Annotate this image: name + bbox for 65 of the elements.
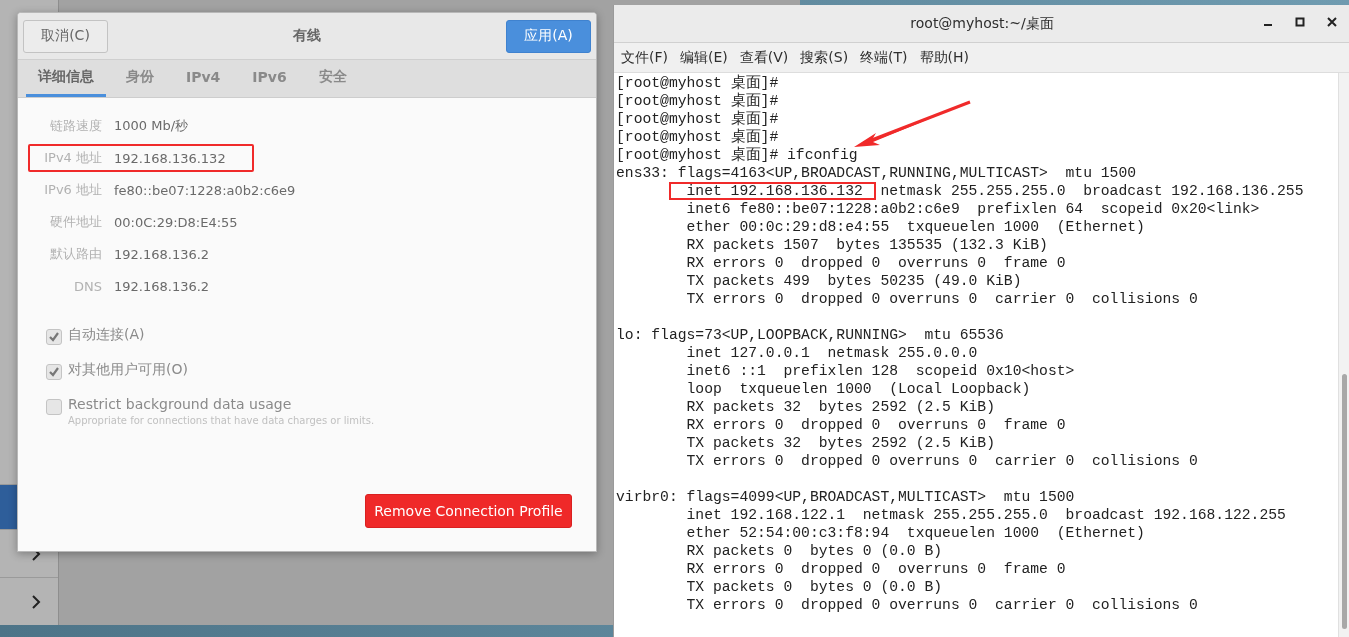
terminal-line: ether 52:54:00:c3:f8:94 txqueuelen 1000 (Ethernet) — [685, 524, 1146, 542]
terminal-line: inet 127.0.0.1 netmask 255.0.0.0 — [685, 344, 979, 362]
terminal-line: virbr0: flags=4099<UP,BROADCAST,MULTICAST> mtu 1500 — [616, 488, 1076, 506]
terminal-line: [root@myhost 桌面]# ifconfig — [616, 146, 859, 164]
checkbox[interactable] — [46, 364, 62, 380]
terminal-line: TX errors 0 dropped 0 overruns 0 carrier 0 collisions 0 — [685, 452, 1199, 470]
terminal-line: RX packets 32 bytes 2592 (2.5 KiB) — [685, 398, 996, 416]
maximize-icon[interactable] — [1294, 16, 1306, 28]
field-value: 00:0C:29:D8:E4:55 — [114, 214, 238, 230]
terminal-line: TX packets 499 bytes 50235 (49.0 KiB) — [685, 272, 1023, 290]
terminal-line: RX packets 0 bytes 0 (0.0 B) — [685, 542, 944, 560]
checkbox[interactable] — [46, 329, 62, 345]
tab[interactable]: 详细信息 — [26, 60, 106, 97]
field-value: 192.168.136.2 — [114, 278, 210, 294]
terminal-line: TX errors 0 dropped 0 overruns 0 carrier 0 collisions 0 — [685, 596, 1199, 614]
terminal-line: [root@myhost 桌面]# — [616, 92, 780, 110]
terminal-line: TX packets 0 bytes 0 (0.0 B) — [685, 578, 944, 596]
checkbox-label: 自动连接(A) — [68, 326, 145, 344]
remove-connection-button[interactable]: Remove Connection Profile — [365, 494, 572, 528]
cancel-button[interactable]: 取消(C) — [23, 19, 108, 53]
terminal-line: [root@myhost 桌面]# — [616, 74, 780, 92]
terminal-line: [root@myhost 桌面]# — [616, 128, 780, 146]
terminal-line: inet6 fe80::be07:1228:a0b2:c6e9 prefixlen 64 scopeid 0x20<link> — [685, 200, 1261, 218]
terminal-line: ens33: flags=4163<UP,BROADCAST,RUNNING,MULTICAST> mtu 1500 — [616, 164, 1138, 182]
terminal-line: RX packets 1507 bytes 135535 (132.3 KiB) — [685, 236, 1049, 254]
close-icon[interactable] — [1326, 16, 1338, 28]
menu-item[interactable]: 查看(V) — [739, 48, 789, 67]
tab[interactable]: 身份 — [114, 60, 166, 97]
checkbox-label: Restrict background data usage — [68, 396, 293, 412]
window-title: root@myhost:~/桌面 — [910, 14, 1054, 33]
menu-item[interactable]: 终端(T) — [860, 48, 908, 67]
field-value: 192.168.136.2 — [114, 246, 210, 262]
terminal-line: [root@myhost 桌面]# — [616, 110, 780, 128]
menu-item[interactable]: 文件(F) — [621, 48, 668, 67]
field-value: 192.168.136.132 — [114, 150, 226, 166]
terminal-line: TX packets 32 bytes 2592 (2.5 KiB) — [685, 434, 996, 452]
dialog-title: 有线 — [293, 27, 321, 45]
terminal-line: ether 00:0c:29:d8:e4:55 txqueuelen 1000 (Ethernet) — [685, 218, 1146, 236]
chevron-icon — [31, 594, 41, 609]
apply-button[interactable]: 应用(A) — [506, 19, 591, 53]
terminal-line: RX errors 0 dropped 0 overruns 0 frame 0 — [685, 416, 1067, 434]
menu-item[interactable]: 编辑(E) — [680, 48, 728, 67]
menu-item[interactable]: 搜索(S) — [800, 48, 849, 67]
terminal-line: loop txqueuelen 1000 (Local Loopback) — [685, 380, 1032, 398]
checkbox-label: 对其他用户可用(O) — [68, 361, 188, 379]
terminal-text: inet 192.168.136.132 — [686, 183, 863, 199]
terminal-line: TX errors 0 dropped 0 overruns 0 carrier 0 collisions 0 — [685, 290, 1199, 308]
terminal-line: lo: flags=73<UP,LOOPBACK,RUNNING> mtu 65536 — [616, 326, 1005, 344]
field-label: IPv6 地址 — [43, 181, 102, 199]
terminal-line: RX errors 0 dropped 0 overruns 0 frame 0 — [685, 254, 1067, 272]
field-value: fe80::be07:1228:a0b2:c6e9 — [114, 182, 296, 198]
field-label: 硬件地址 — [49, 213, 102, 231]
checkbox[interactable] — [46, 399, 62, 415]
terminal-text: netmask 255.255.255.0 broadcast 192.168.136.255 — [880, 183, 1304, 199]
terminal-line: RX errors 0 dropped 0 overruns 0 frame 0 — [685, 560, 1067, 578]
menu-item[interactable]: 帮助(H) — [919, 48, 970, 67]
field-label: 链路速度 — [49, 117, 102, 135]
field-label: DNS — [73, 278, 102, 294]
field-value: 1000 Mb/秒 — [114, 117, 189, 135]
terminal-line: inet 192.168.122.1 netmask 255.255.255.0 broadcast 192.168.122.255 — [685, 506, 1287, 524]
terminal-line: inet6 ::1 prefixlen 128 scopeid 0x10<host> — [685, 362, 1076, 380]
field-label: 默认路由 — [49, 245, 102, 263]
field-label: IPv4 地址 — [43, 149, 102, 167]
scrollbar[interactable] — [1338, 73, 1349, 637]
scrollbar-thumb[interactable] — [1342, 374, 1347, 629]
